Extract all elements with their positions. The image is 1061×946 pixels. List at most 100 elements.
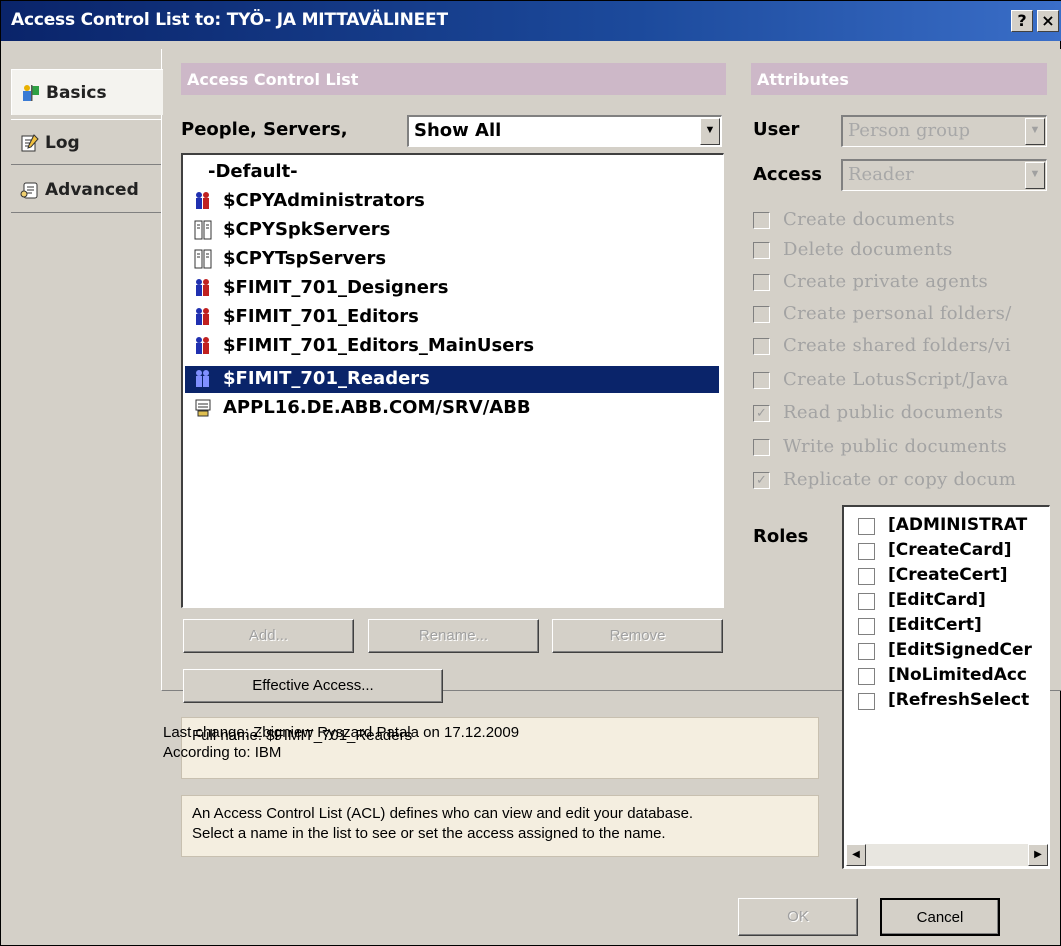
list-item[interactable]: -Default- [185, 159, 719, 186]
log-book-icon [19, 132, 41, 154]
person-flag-icon [20, 82, 42, 104]
access-level-select[interactable]: Reader ▼ [841, 159, 1047, 191]
rename-button[interactable]: Rename... [368, 619, 539, 653]
checkbox[interactable] [858, 593, 875, 610]
roles-horizontal-scrollbar[interactable]: ◀ ▶ [846, 844, 1048, 866]
attributes-section-header: Attributes [751, 63, 1047, 95]
tab-label: Advanced [45, 180, 139, 200]
list-item[interactable]: $CPYSpkServers [185, 217, 719, 244]
last-change-text: Last change: Zbigniew Ryszard Patala on … [163, 724, 520, 741]
list-item[interactable]: $CPYAdministrators [185, 188, 719, 215]
perm-label: Create private agents [783, 271, 989, 292]
close-button[interactable]: × [1037, 10, 1059, 32]
perm-label: Create personal folders/ [783, 303, 1012, 324]
entry-name: $CPYAdministrators [223, 190, 425, 211]
ok-button[interactable]: OK [738, 898, 858, 936]
list-item-selected[interactable]: $FIMIT_701_Readers [185, 366, 719, 393]
entry-name: $FIMIT_701_Designers [223, 277, 449, 298]
title-bar: Access Control List to: TYÖ- JA MITTAVÄL… [1, 1, 1061, 41]
scroll-left-icon[interactable]: ◀ [846, 844, 866, 866]
according-to-text: According to: IBM [163, 744, 282, 761]
access-level-value: Reader [848, 164, 914, 185]
entry-name: $FIMIT_701_Editors_MainUsers [223, 335, 535, 356]
help-button[interactable]: ? [1011, 10, 1033, 32]
checkbox[interactable] [753, 372, 770, 389]
entry-name: $FIMIT_701_Readers [223, 368, 430, 389]
checkbox-checked[interactable]: ✓ [753, 472, 770, 489]
add-button[interactable]: Add... [183, 619, 354, 653]
role-label: [EditSignedCer [888, 640, 1032, 660]
checkbox[interactable] [858, 668, 875, 685]
list-item[interactable]: $FIMIT_701_Editors_MainUsers [185, 333, 719, 360]
person-group-icon [193, 369, 213, 389]
perm-label: Create documents [783, 209, 955, 230]
tab-label: Basics [46, 83, 107, 103]
scroll-right-icon[interactable]: ▶ [1028, 844, 1048, 866]
role-label: [ADMINISTRAT [888, 515, 1028, 535]
person-group-icon [193, 307, 213, 327]
checkbox[interactable] [753, 242, 770, 259]
list-item[interactable]: APPL16.DE.ABB.COM/SRV/ABB [185, 395, 719, 422]
checkbox[interactable] [753, 439, 770, 456]
checkbox[interactable] [858, 618, 875, 635]
checkbox[interactable] [858, 518, 875, 535]
role-label: [EditCert] [888, 615, 982, 635]
checkbox[interactable] [858, 693, 875, 710]
perm-label: Delete documents [783, 239, 953, 260]
access-label: Access [753, 164, 822, 185]
checkbox[interactable] [858, 643, 875, 660]
user-label: User [753, 119, 800, 140]
filter-select[interactable]: Show All ▼ [407, 115, 722, 147]
checkbox[interactable] [753, 212, 770, 229]
entry-name: APPL16.DE.ABB.COM/SRV/ABB [223, 397, 531, 418]
server-group-icon [193, 249, 213, 269]
perm-label: Create LotusScript/Java [783, 369, 1009, 390]
help-text-line-1: An Access Control List (ACL) defines who… [192, 805, 694, 822]
person-group-icon [193, 278, 213, 298]
entry-name: $CPYTspServers [223, 248, 387, 269]
remove-button[interactable]: Remove [552, 619, 723, 653]
cancel-button[interactable]: Cancel [880, 898, 1000, 936]
acl-entry-list[interactable]: -Default- $CPYAdministrators $CPYSpkServ… [181, 153, 724, 608]
effective-access-button[interactable]: Effective Access... [183, 669, 443, 703]
chevron-down-icon[interactable]: ▼ [1025, 162, 1045, 189]
tab-basics[interactable]: Basics [11, 69, 163, 115]
help-text-box: An Access Control List (ACL) defines who… [181, 795, 819, 857]
roles-label: Roles [753, 526, 809, 547]
perm-label: Create shared folders/vi [783, 335, 1011, 356]
checkbox[interactable] [753, 306, 770, 323]
user-type-value: Person group [848, 120, 971, 141]
person-group-icon [193, 336, 213, 356]
acl-dialog: Access Control List to: TYÖ- JA MITTAVÄL… [0, 0, 1061, 946]
chevron-down-icon[interactable]: ▼ [1025, 118, 1045, 145]
perm-label: Write public documents [783, 436, 1008, 457]
list-item[interactable]: $FIMIT_701_Editors [185, 304, 719, 331]
checkbox[interactable] [753, 274, 770, 291]
role-label: [RefreshSelect [888, 690, 1030, 710]
tab-advanced[interactable]: Advanced [11, 167, 161, 213]
role-label: [EditCard] [888, 590, 986, 610]
footer-info: Last change: Zbigniew Ryszard Patala on … [163, 723, 519, 763]
entry-name: $FIMIT_701_Editors [223, 306, 419, 327]
chevron-down-icon[interactable]: ▼ [700, 118, 720, 145]
checkbox[interactable] [858, 568, 875, 585]
help-text-line-2: Select a name in the list to see or set … [192, 825, 666, 842]
checkbox[interactable] [858, 543, 875, 560]
role-label: [CreateCert] [888, 565, 1008, 585]
list-item[interactable]: $CPYTspServers [185, 246, 719, 273]
scroll-key-icon [19, 179, 41, 201]
list-item[interactable]: $FIMIT_701_Designers [185, 275, 719, 302]
filter-value: Show All [414, 120, 502, 141]
filter-label: People, Servers, [181, 119, 348, 140]
checkbox-checked[interactable]: ✓ [753, 405, 770, 422]
window-title: Access Control List to: TYÖ- JA MITTAVÄL… [11, 10, 448, 30]
checkbox[interactable] [753, 338, 770, 355]
perm-label: Replicate or copy docum [783, 469, 1017, 490]
user-type-select[interactable]: Person group ▼ [841, 115, 1047, 147]
entry-name: $CPYSpkServers [223, 219, 391, 240]
roles-list[interactable]: [ADMINISTRAT [CreateCard] [CreateCert] [… [842, 505, 1050, 869]
perm-label: Read public documents [783, 402, 1004, 423]
tab-log[interactable]: Log [11, 119, 161, 165]
tab-label: Log [45, 133, 80, 153]
person-group-icon [193, 191, 213, 211]
